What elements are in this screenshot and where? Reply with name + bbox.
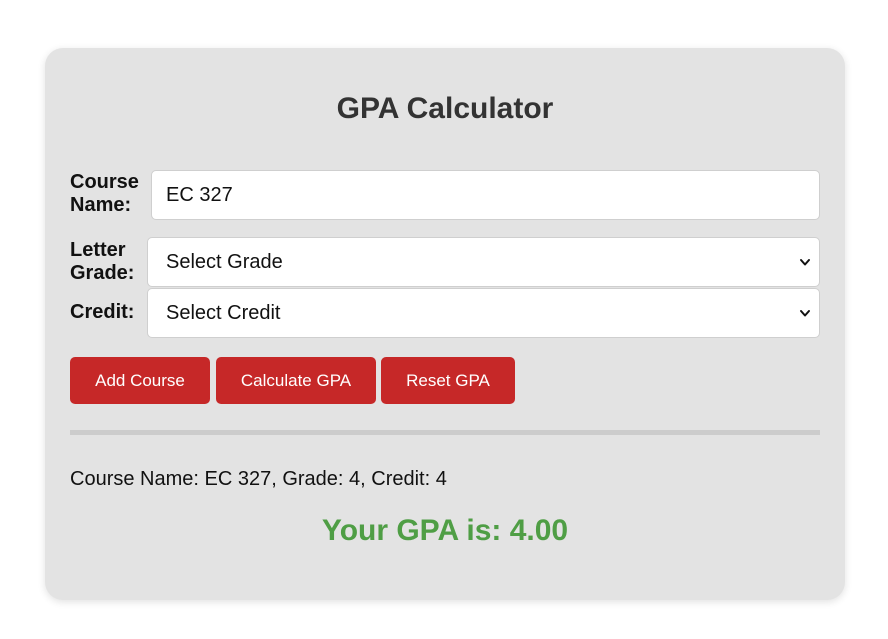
course-list-item: Course Name: EC 327, Grade: 4, Credit: 4 <box>70 468 447 490</box>
reset-gpa-button[interactable]: Reset GPA <box>381 357 515 404</box>
letter-grade-label: Letter Grade: <box>70 239 135 284</box>
gpa-result: Your GPA is: 4.00 <box>321 514 569 547</box>
page-title: GPA Calculator <box>336 92 554 125</box>
chevron-down-icon <box>800 259 810 266</box>
gpa-calculator-card: GPA Calculator Course Name: Letter Grade… <box>45 48 845 600</box>
credit-selected-value: Select Credit <box>166 301 281 324</box>
course-name-label: Course Name: <box>70 171 139 216</box>
letter-grade-select[interactable]: Select Grade <box>147 237 820 287</box>
letter-grade-selected-value: Select Grade <box>166 250 283 273</box>
calculate-gpa-button[interactable]: Calculate GPA <box>216 357 376 404</box>
course-name-input[interactable] <box>151 170 820 220</box>
divider <box>70 430 820 435</box>
chevron-down-icon <box>800 310 810 317</box>
credit-label: Credit: <box>70 301 135 323</box>
credit-select[interactable]: Select Credit <box>147 288 820 338</box>
add-course-button[interactable]: Add Course <box>70 357 210 404</box>
